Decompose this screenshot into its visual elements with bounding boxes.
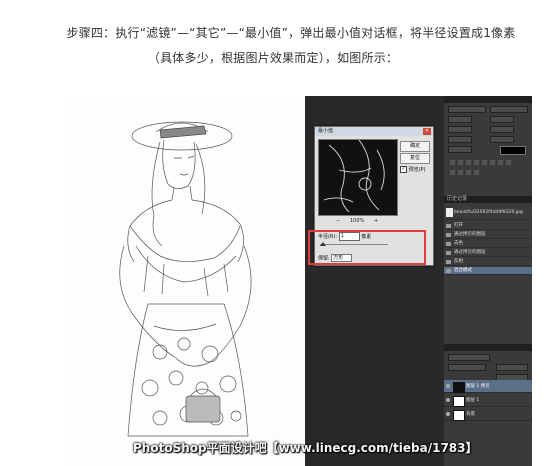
history-item[interactable]: 通过拷贝的图层 — [444, 249, 532, 257]
preview-label: 预览(P) — [408, 167, 426, 173]
underline-icon[interactable] — [498, 160, 503, 165]
radius-highlight-box — [308, 230, 426, 265]
history-step-icon — [446, 260, 451, 264]
baseline-field[interactable] — [448, 146, 472, 153]
history-snapshot[interactable]: beautiful32092f4dd9f8320.jpg — [444, 206, 532, 220]
history-item-label: 通过拷贝的图层 — [454, 232, 486, 237]
photoshop-screenshot: 最小值 ✕ 确定 复位 ✓ 预览(P) − 100% + 半径(R): 1 像素… — [64, 96, 532, 466]
faux-italic-icon[interactable] — [458, 160, 463, 165]
snapshot-thumbnail — [446, 208, 453, 217]
history-item[interactable]: 去色 — [444, 240, 532, 248]
layer-filter-select[interactable] — [448, 354, 490, 361]
kerning-field[interactable] — [490, 126, 514, 133]
close-icon[interactable]: ✕ — [423, 128, 431, 135]
filter-preview-image[interactable] — [318, 139, 398, 216]
history-item-label: 通过拷贝的图层 — [454, 250, 486, 255]
ligature-icon[interactable] — [450, 170, 455, 175]
properties-panel-header — [444, 96, 532, 103]
oldstyle-icon[interactable] — [458, 170, 463, 175]
watermark-text: PhotoShop平面设计吧【www.linecg.com/tieba/1783… — [133, 441, 478, 455]
zoom-level: 100% — [350, 218, 365, 224]
history-tab[interactable]: 历史记录 — [447, 196, 467, 202]
blend-mode-select[interactable] — [448, 364, 486, 371]
visibility-eye-icon[interactable] — [446, 384, 450, 388]
document-canvas — [64, 96, 305, 466]
layer-thumbnail — [453, 410, 465, 421]
text-color-swatch[interactable] — [500, 146, 526, 155]
instruction-line-1: 步骤四：执行“滤镜”—“其它”—“最小值”，弹出最小值对话框，将半径设置成1像素 — [66, 26, 516, 40]
layer-row[interactable]: 图层 1 — [444, 394, 532, 407]
instruction-line-2: （具体多少，根据图片效果而定），如图所示： — [147, 51, 399, 65]
sketch-illustration — [119, 121, 252, 437]
preview-checkbox[interactable]: ✓ — [400, 166, 407, 173]
zoom-out-icon[interactable]: − — [336, 218, 340, 224]
font-style-select[interactable] — [490, 106, 528, 113]
preview-sketch — [323, 140, 385, 213]
small-caps-icon[interactable] — [474, 160, 479, 165]
tracking-field[interactable] — [448, 126, 472, 133]
history-step-icon — [446, 269, 451, 273]
history-item-label: 打开 — [454, 223, 463, 228]
reset-button[interactable]: 复位 — [400, 153, 430, 164]
subscript-icon[interactable] — [490, 160, 495, 165]
ok-button[interactable]: 确定 — [400, 141, 430, 152]
layer-name: 图层 1 拷贝 — [466, 384, 490, 389]
history-step-icon — [446, 233, 451, 237]
history-item-label: 反相 — [454, 259, 463, 264]
strikethrough-icon[interactable] — [506, 160, 511, 165]
history-item[interactable]: 打开 — [444, 222, 532, 230]
layers-panel-header — [444, 344, 532, 351]
visibility-eye-icon[interactable] — [446, 412, 450, 416]
superscript-icon[interactable] — [482, 160, 487, 165]
visibility-eye-icon[interactable] — [446, 398, 450, 402]
history-step-icon — [446, 224, 451, 228]
dialog-title: 最小值 — [315, 127, 433, 136]
hscale-field[interactable] — [490, 136, 514, 143]
swash-icon[interactable] — [466, 170, 471, 175]
layer-row[interactable]: 背景 — [444, 408, 532, 421]
history-item-selected[interactable]: 混合模式 — [444, 267, 532, 275]
right-panels: 历史记录 beautiful32092f4dd9f8320.jpg 打开 通过拷… — [444, 96, 532, 466]
history-item-label: 混合模式 — [454, 268, 472, 273]
layer-name: 图层 1 — [466, 398, 480, 403]
all-caps-icon[interactable] — [466, 160, 471, 165]
history-step-icon — [446, 251, 451, 255]
font-size-field[interactable] — [448, 116, 472, 123]
font-family-select[interactable] — [448, 106, 486, 113]
leading-field[interactable] — [490, 116, 514, 123]
history-item[interactable]: 反相 — [444, 258, 532, 266]
faux-bold-icon[interactable] — [450, 160, 455, 165]
history-doc-name: beautiful32092f4dd9f8320.jpg — [454, 210, 523, 215]
history-step-icon — [446, 242, 451, 246]
opacity-field[interactable] — [496, 364, 528, 371]
preview-checkbox-row[interactable]: ✓ 预览(P) — [400, 166, 426, 173]
layer-row[interactable]: 图层 1 拷贝 — [444, 380, 532, 393]
history-item[interactable]: 通过拷贝的图层 — [444, 231, 532, 239]
layer-name: 背景 — [466, 412, 475, 417]
layer-thumbnail — [453, 396, 465, 407]
zoom-in-icon[interactable]: + — [374, 218, 378, 224]
stylistic-icon[interactable] — [474, 170, 479, 175]
history-item-label: 去色 — [454, 241, 463, 246]
vscale-field[interactable] — [448, 136, 472, 143]
history-panel-header: 历史记录 — [444, 196, 532, 203]
layer-thumbnail — [453, 382, 465, 393]
